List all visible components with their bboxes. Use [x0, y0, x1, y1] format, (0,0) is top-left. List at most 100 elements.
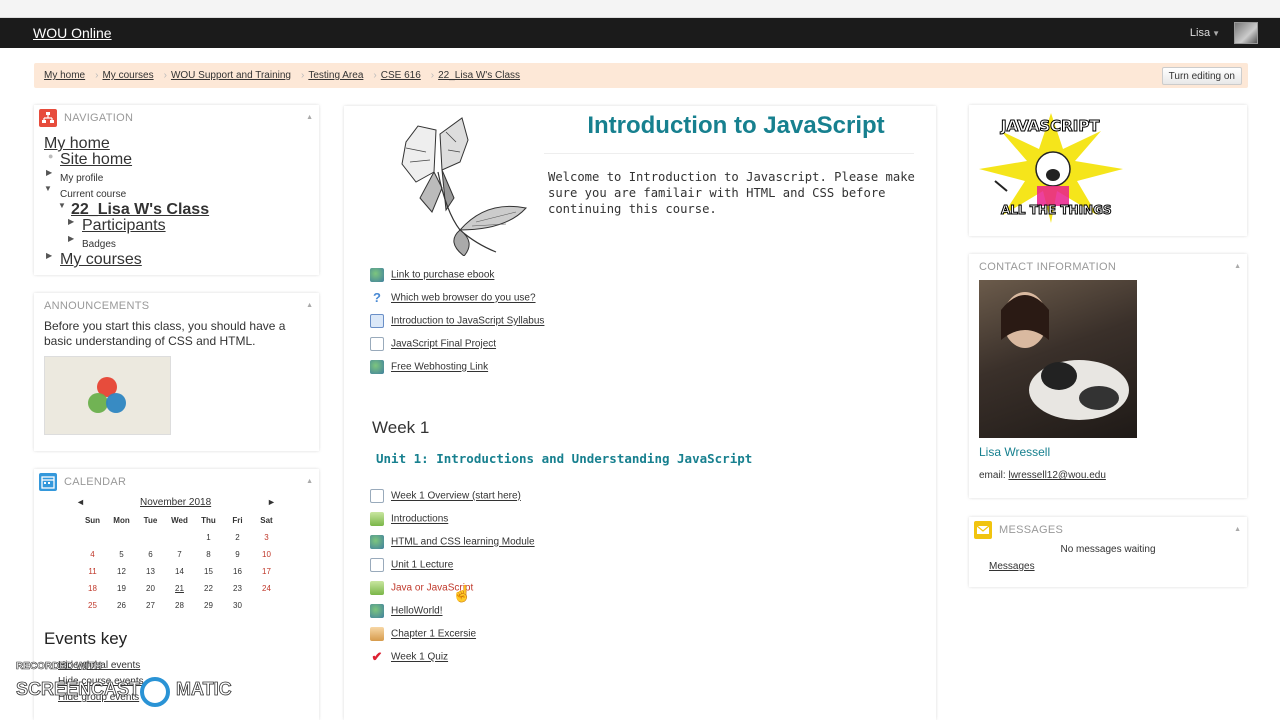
activity-link[interactable]: Link to purchase ebook — [391, 270, 494, 281]
screencast-watermark: RECORDED WITH SCREENCAST MATIC — [16, 661, 238, 711]
nav-badges[interactable]: ▶ Badges — [68, 234, 116, 252]
calendar-day[interactable]: 22 — [194, 584, 223, 593]
watermark-line2: SCREENCAST — [16, 679, 141, 700]
calendar-day[interactable]: 3 — [252, 533, 281, 542]
activity-row[interactable]: Link to purchase ebook — [370, 268, 494, 286]
contact-email-link[interactable]: lwressell12@wou.edu — [1008, 470, 1105, 481]
calendar-day[interactable]: 8 — [194, 550, 223, 559]
contact-information-block: CONTACT INFORMATION ▲ Lisa Wressell emai… — [969, 254, 1247, 498]
calendar-day-header: Sat — [260, 516, 273, 525]
next-month-arrow[interactable]: ► — [267, 497, 276, 507]
calendar-day[interactable]: 25 — [78, 601, 107, 610]
user-avatar[interactable] — [1234, 22, 1258, 44]
calendar-day[interactable]: 4 — [78, 550, 107, 559]
nav-site-home-link[interactable]: Site home — [60, 151, 132, 168]
calendar-day[interactable]: 17 — [252, 567, 281, 576]
activity-link[interactable]: Week 1 Quiz — [391, 652, 448, 663]
activity-row[interactable]: Chapter 1 Excersie — [370, 627, 476, 645]
collapse-icon[interactable]: ▲ — [1234, 526, 1241, 533]
prev-month-arrow[interactable]: ◄ — [76, 497, 85, 507]
nav-participants[interactable]: ▶ Participants — [68, 217, 166, 235]
chevron-down-icon: ▼ — [58, 201, 66, 210]
nav-course-link[interactable]: 22_Lisa W's Class — [71, 201, 209, 218]
messages-link[interactable]: Messages — [989, 561, 1035, 572]
help-icon: ? — [373, 290, 381, 305]
calendar-day[interactable]: 18 — [78, 584, 107, 593]
bullet-icon: ● — [48, 151, 54, 161]
calendar-day[interactable]: 30 — [223, 601, 252, 610]
breadcrumb-link[interactable]: Testing Area — [308, 70, 363, 81]
calendar-day[interactable]: 12 — [107, 567, 136, 576]
activity-link[interactable]: Which web browser do you use? — [391, 293, 536, 304]
breadcrumb-link[interactable]: My home — [44, 70, 85, 81]
calendar-day[interactable]: 24 — [252, 584, 281, 593]
calendar-day[interactable]: 9 — [223, 550, 252, 559]
calendar-day[interactable]: 27 — [136, 601, 165, 610]
nav-site-home[interactable]: ● Site home — [48, 151, 132, 169]
activity-link[interactable]: JavaScript Final Project — [391, 339, 496, 350]
calendar-day[interactable]: 1 — [194, 533, 223, 542]
activity-row[interactable]: ✔ Week 1 Quiz — [370, 650, 449, 668]
collapse-icon[interactable]: ▲ — [306, 478, 313, 485]
activity-link[interactable]: Introduction to JavaScript Syllabus — [391, 316, 544, 327]
calendar-day[interactable]: 19 — [107, 584, 136, 593]
nav-participants-link[interactable]: Participants — [82, 217, 166, 234]
activity-link[interactable]: Unit 1 Lecture — [391, 560, 453, 571]
nav-my-home-link[interactable]: My home — [44, 135, 110, 152]
activity-row[interactable]: Free Webhosting Link — [370, 360, 488, 378]
sitemap-icon — [39, 109, 57, 127]
contact-photo — [979, 280, 1137, 438]
activity-link[interactable]: HTML and CSS learning Module — [391, 537, 535, 548]
breadcrumb-link[interactable]: CSE 616 — [381, 70, 421, 81]
activity-link[interactable]: Week 1 Overview (start here) — [391, 491, 521, 502]
site-brand-link[interactable]: WOU Online — [33, 25, 112, 41]
calendar-day[interactable]: 23 — [223, 584, 252, 593]
activity-row[interactable]: JavaScript Final Project — [370, 337, 496, 355]
meme-top-text: JAVASCRIPT — [1001, 117, 1101, 136]
calendar-day[interactable]: 6 — [136, 550, 165, 559]
calendar-day[interactable]: 20 — [136, 584, 165, 593]
meme-bottom-text: ALL THE THINGS — [1001, 203, 1113, 218]
calendar-day[interactable]: 21 — [165, 584, 194, 593]
page-icon — [370, 558, 384, 572]
calendar-day[interactable]: 13 — [136, 567, 165, 576]
nav-my-courses-link[interactable]: My courses — [60, 251, 142, 268]
breadcrumb-link[interactable]: 22_Lisa W's Class — [438, 70, 520, 81]
activity-row[interactable]: Week 1 Overview (start here) — [370, 489, 521, 507]
user-menu[interactable]: Lisa ▼ — [1190, 27, 1220, 39]
forum-icon — [370, 512, 384, 526]
calendar-day[interactable]: 15 — [194, 567, 223, 576]
calendar-day[interactable]: 2 — [223, 533, 252, 542]
activity-row[interactable]: Introductions — [370, 512, 448, 530]
activity-link[interactable]: Chapter 1 Excersie — [391, 629, 476, 640]
calendar-day[interactable]: 28 — [165, 601, 194, 610]
activity-row[interactable]: ? Which web browser do you use? — [370, 291, 536, 309]
calendar-day[interactable]: 14 — [165, 567, 194, 576]
activity-row[interactable]: HTML and CSS learning Module — [370, 535, 535, 553]
nav-my-courses[interactable]: ▶ My courses — [46, 251, 142, 269]
activity-row[interactable]: Unit 1 Lecture — [370, 558, 453, 576]
calendar-month-link[interactable]: November 2018 — [140, 497, 211, 508]
calendar-day[interactable]: 10 — [252, 550, 281, 559]
activity-row[interactable]: HelloWorld! — [370, 604, 443, 622]
activity-link[interactable]: Free Webhosting Link — [391, 362, 488, 373]
calendar-day[interactable]: 11 — [78, 567, 107, 576]
nav-current-course[interactable]: ▼ Current course — [44, 184, 126, 202]
calendar-day[interactable]: 29 — [194, 601, 223, 610]
css-html-diagram-image — [44, 356, 171, 435]
collapse-icon[interactable]: ▲ — [1234, 263, 1241, 270]
breadcrumb-link[interactable]: WOU Support and Training — [171, 70, 291, 81]
calendar-day[interactable]: 26 — [107, 601, 136, 610]
chevron-right-icon: ▶ — [46, 168, 53, 177]
calendar-day[interactable]: 7 — [165, 550, 194, 559]
collapse-icon[interactable]: ▲ — [306, 114, 313, 121]
collapse-icon[interactable]: ▲ — [306, 302, 313, 309]
activity-link[interactable]: Introductions — [391, 514, 448, 525]
nav-my-profile-label: My profile — [60, 173, 104, 184]
calendar-day[interactable]: 5 — [107, 550, 136, 559]
turn-editing-on-button[interactable]: Turn editing on — [1161, 67, 1242, 85]
activity-row[interactable]: Introduction to JavaScript Syllabus — [370, 314, 544, 332]
breadcrumb-link[interactable]: My courses — [102, 70, 153, 81]
activity-link[interactable]: HelloWorld! — [391, 606, 443, 617]
calendar-day[interactable]: 16 — [223, 567, 252, 576]
